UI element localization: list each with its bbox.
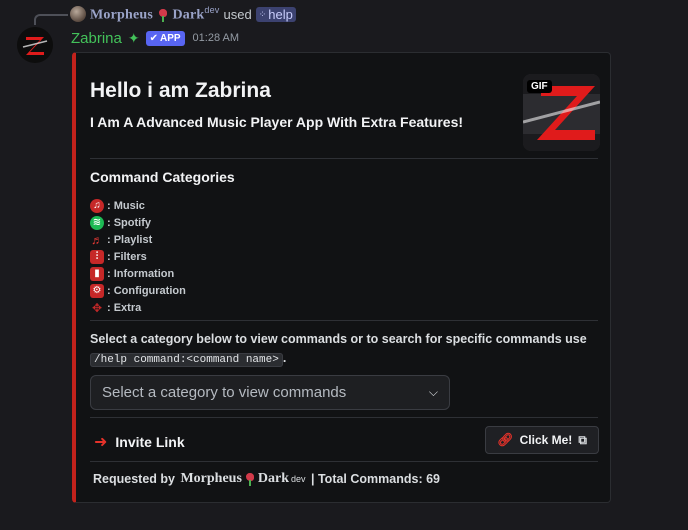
command-mention[interactable]: ⁘ help bbox=[255, 6, 296, 22]
rose-icon bbox=[244, 472, 256, 486]
reply-username-second: Dark bbox=[172, 7, 205, 23]
category-label: : Configuration bbox=[107, 284, 186, 297]
help-command-code: /help command:<command name> bbox=[90, 353, 283, 367]
category-item: ♬ : Playlist bbox=[90, 231, 186, 248]
category-label: : Information bbox=[107, 267, 175, 280]
filters-icon: ⫶ bbox=[90, 249, 104, 264]
instructions-text: Select a category below to view commands… bbox=[90, 332, 587, 346]
reply-spine bbox=[34, 14, 68, 25]
category-item: ✥ : Extra bbox=[90, 299, 186, 316]
click-me-button[interactable]: 🔗︎ Click Me! ⧉ bbox=[485, 426, 599, 454]
category-select[interactable]: Select a category to view commands ⌵ bbox=[90, 375, 450, 410]
headphones-icon: ♫ bbox=[90, 198, 104, 213]
app-tag-label: APP bbox=[159, 32, 181, 44]
bot-username[interactable]: Zabrina bbox=[71, 30, 122, 47]
embed-thumbnail[interactable]: GIF bbox=[523, 74, 600, 151]
category-label: : Filters bbox=[107, 250, 147, 263]
footer-prefix: Requested by bbox=[93, 472, 179, 486]
spotify-icon: ≋ bbox=[90, 215, 104, 230]
instructions-end: . bbox=[282, 351, 287, 365]
category-label: : Playlist bbox=[107, 233, 153, 246]
invite-link-row: ➜ Invite Link bbox=[94, 432, 185, 452]
reply-user-avatar[interactable] bbox=[70, 6, 86, 22]
sparkle-icon: ✦ bbox=[127, 29, 140, 46]
rose-icon bbox=[157, 8, 169, 23]
chevron-down-icon: ⌵ bbox=[428, 385, 438, 399]
embed-title: Hello i am Zabrina bbox=[90, 79, 271, 102]
message-header: Zabrina ✦ ✔ APP 01:28 AM bbox=[71, 28, 239, 48]
embed-footer: Requested by Morpheus Dark dev | Total Co… bbox=[93, 471, 440, 487]
category-label: : Extra bbox=[107, 301, 142, 314]
select-instructions: Select a category below to view commands… bbox=[90, 330, 595, 370]
category-select-placeholder: Select a category to view commands bbox=[102, 384, 347, 401]
reply-username-sup: dev bbox=[204, 4, 220, 15]
category-item: ⚙ : Configuration bbox=[90, 282, 186, 299]
information-icon: ▮ bbox=[90, 266, 104, 281]
footer-username-sup: dev bbox=[291, 474, 306, 484]
reply-username[interactable]: Morpheus Darkdev bbox=[90, 5, 220, 24]
divider bbox=[90, 320, 598, 321]
embed-subtitle: I Am A Advanced Music Player App With Ex… bbox=[90, 114, 464, 130]
extra-icon: ✥ bbox=[91, 300, 103, 315]
divider bbox=[90, 417, 598, 418]
category-item: ⫶ : Filters bbox=[90, 248, 186, 265]
gif-badge: GIF bbox=[527, 80, 552, 93]
reply-username-first: Morpheus bbox=[90, 7, 154, 23]
reply-context[interactable]: Morpheus Darkdev used ⁘ help bbox=[70, 5, 296, 23]
reply-used-text: used bbox=[223, 6, 252, 22]
footer-username-first: Morpheus bbox=[180, 471, 242, 486]
message-timestamp[interactable]: 01:28 AM bbox=[193, 32, 239, 44]
invite-link-label: Invite Link bbox=[115, 434, 185, 450]
bot-avatar[interactable] bbox=[17, 27, 53, 63]
playlist-icon: ♬ bbox=[91, 232, 103, 247]
gear-icon: ⚙ bbox=[90, 283, 104, 298]
check-icon: ✔ bbox=[149, 32, 158, 44]
link-icon: 🔗︎ bbox=[497, 432, 514, 447]
command-mention-label: help bbox=[268, 6, 293, 22]
divider bbox=[90, 461, 598, 462]
bot-message: Morpheus Darkdev used ⁘ help Zabrina ✦ ✔… bbox=[0, 0, 688, 530]
external-link-icon: ⧉ bbox=[578, 432, 587, 447]
divider bbox=[90, 158, 598, 159]
category-list: ♫ : Music ≋ : Spotify ♬ : Playlist ⫶ : F… bbox=[90, 197, 186, 316]
help-embed: Hello i am Zabrina I Am A Advanced Music… bbox=[72, 52, 611, 503]
category-label: : Spotify bbox=[107, 216, 151, 229]
app-tag: ✔ APP bbox=[145, 30, 185, 46]
footer-username-second: Dark bbox=[257, 471, 290, 486]
category-item: ♫ : Music bbox=[90, 197, 186, 214]
categories-heading: Command Categories bbox=[90, 169, 235, 185]
category-label: : Music bbox=[107, 199, 145, 212]
category-item: ▮ : Information bbox=[90, 265, 186, 282]
slash-command-icon: ⁘ bbox=[258, 8, 267, 19]
click-me-label: Click Me! bbox=[519, 433, 573, 447]
category-item: ≋ : Spotify bbox=[90, 214, 186, 231]
arrow-right-icon: ➜ bbox=[94, 434, 108, 451]
footer-suffix: | Total Commands: 69 bbox=[307, 472, 440, 486]
